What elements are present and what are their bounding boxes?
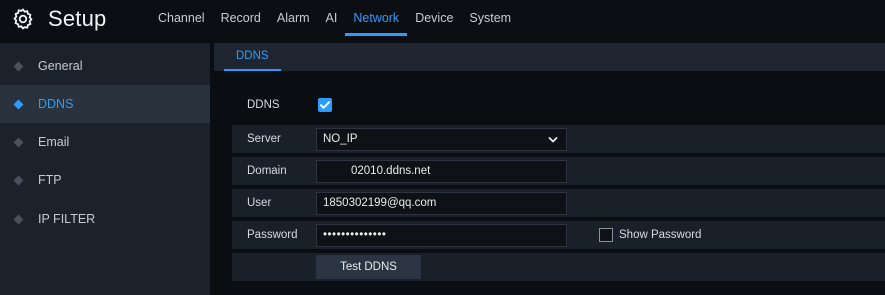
user-label: User bbox=[247, 197, 272, 209]
domain-label: Domain bbox=[247, 165, 287, 177]
sidebar-item-label: FTP bbox=[38, 173, 62, 187]
password-row: Password •••••••••••••• Show Password bbox=[232, 221, 885, 249]
show-password-label: Show Password bbox=[619, 229, 702, 241]
domain-input[interactable]: 02010.ddns.net bbox=[316, 160, 567, 183]
chevron-down-icon bbox=[548, 137, 558, 143]
subtab-bar: DDNS bbox=[214, 43, 885, 71]
sidebar: General DDNS Email FTP IP FILTER bbox=[0, 43, 210, 295]
top-bar: Setup Channel Record Alarm AI Network De… bbox=[0, 0, 885, 38]
brand: Setup bbox=[10, 5, 107, 33]
sidebar-item-label: General bbox=[38, 59, 83, 73]
user-row: User 1850302199@qq.com bbox=[232, 189, 885, 217]
sidebar-item-email[interactable]: Email bbox=[0, 123, 210, 161]
diamond-bullet-icon bbox=[13, 175, 24, 185]
password-input[interactable]: •••••••••••••• bbox=[316, 224, 567, 247]
server-row: Server NO_IP bbox=[232, 125, 885, 153]
sidebar-item-label: IP FILTER bbox=[38, 212, 96, 226]
tab-alarm[interactable]: Alarm bbox=[269, 0, 318, 36]
main-tabs: Channel Record Alarm AI Network Device S… bbox=[150, 0, 519, 38]
test-row: Test DDNS bbox=[232, 253, 885, 281]
tab-system[interactable]: System bbox=[461, 0, 519, 36]
password-label: Password bbox=[247, 229, 298, 241]
sidebar-item-ip-filter[interactable]: IP FILTER bbox=[0, 200, 210, 238]
server-select[interactable]: NO_IP bbox=[316, 128, 567, 151]
diamond-bullet-icon bbox=[13, 99, 24, 109]
domain-row: Domain 02010.ddns.net bbox=[232, 157, 885, 185]
tab-channel[interactable]: Channel bbox=[150, 0, 213, 36]
user-input[interactable]: 1850302199@qq.com bbox=[316, 192, 567, 215]
ddns-enable-checkbox[interactable] bbox=[318, 98, 332, 112]
show-password-toggle[interactable]: Show Password bbox=[599, 221, 701, 249]
gear-icon bbox=[10, 6, 36, 32]
ddns-label: DDNS bbox=[247, 99, 280, 111]
show-password-checkbox[interactable] bbox=[599, 228, 613, 242]
main-panel: DDNS DDNS Server NO_IP Domain 02010.ddns… bbox=[214, 43, 885, 295]
tab-device[interactable]: Device bbox=[407, 0, 461, 36]
diamond-bullet-icon bbox=[13, 61, 24, 71]
sidebar-item-label: Email bbox=[38, 135, 70, 149]
test-ddns-button[interactable]: Test DDNS bbox=[316, 255, 421, 279]
checkmark-icon bbox=[320, 101, 330, 109]
server-select-value: NO_IP bbox=[323, 133, 358, 145]
subtab-ddns[interactable]: DDNS bbox=[224, 43, 281, 71]
sidebar-item-label: DDNS bbox=[38, 97, 74, 111]
tab-network[interactable]: Network bbox=[345, 0, 408, 36]
diamond-bullet-icon bbox=[13, 214, 24, 224]
tab-record[interactable]: Record bbox=[213, 0, 269, 36]
page-title: Setup bbox=[48, 6, 107, 31]
diamond-bullet-icon bbox=[13, 137, 24, 147]
server-label: Server bbox=[247, 133, 281, 145]
tab-ai[interactable]: AI bbox=[318, 0, 346, 36]
sidebar-item-ftp[interactable]: FTP bbox=[0, 161, 210, 199]
sidebar-item-ddns[interactable]: DDNS bbox=[0, 85, 210, 123]
ddns-enable-row: DDNS bbox=[232, 91, 885, 119]
sidebar-item-general[interactable]: General bbox=[0, 47, 210, 85]
